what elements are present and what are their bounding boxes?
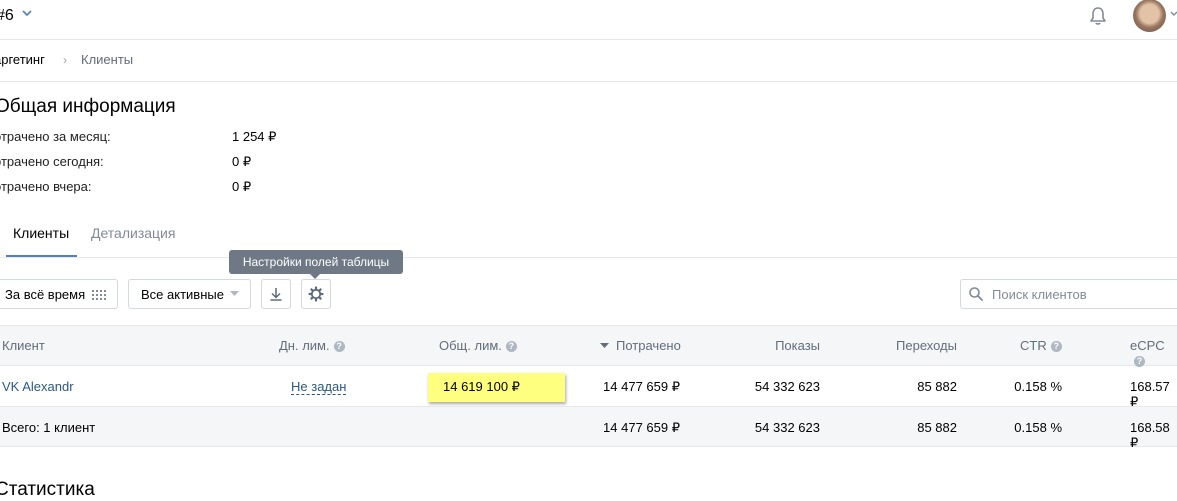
- ctr-value: 0.158 %: [1014, 379, 1062, 394]
- total-clicks: 85 882: [917, 420, 957, 435]
- period-label: За всё время: [5, 287, 86, 302]
- total-ecpc: 168.58 ₽: [1130, 420, 1170, 450]
- calendar-grid-icon: [92, 290, 106, 300]
- total-spent: 14 477 659 ₽: [603, 420, 680, 435]
- col-total-limit[interactable]: Общ. лим.?: [439, 338, 517, 353]
- col-total-limit-label: Общ. лим.: [439, 338, 502, 353]
- total-ctr: 0.158 %: [1014, 420, 1062, 435]
- spent-value: 14 477 659 ₽: [603, 379, 680, 394]
- spent-month-value: 1 254 ₽: [232, 129, 277, 144]
- spent-yesterday-value: 0 ₽: [232, 179, 252, 194]
- general-info-title: Общая информация: [0, 96, 176, 117]
- help-icon[interactable]: ?: [333, 341, 345, 352]
- search-icon: [969, 287, 983, 301]
- spent-today-value: 0 ₽: [232, 154, 252, 169]
- download-icon: [270, 288, 282, 301]
- status-filter-label: Все активные: [141, 287, 224, 302]
- help-icon[interactable]: ?: [505, 341, 517, 352]
- spent-month-label: отрачено за месяц:: [0, 129, 111, 144]
- daily-limit-value[interactable]: Не задан: [291, 379, 347, 395]
- col-spent[interactable]: Потрачено: [616, 338, 681, 353]
- breadcrumb-current: Клиенты: [81, 52, 134, 67]
- search-input[interactable]: [988, 284, 1176, 304]
- tabs-divider: [0, 257, 1177, 258]
- clicks-value: 85 882: [917, 379, 957, 394]
- breadcrumb-root[interactable]: аргетинг: [0, 52, 45, 67]
- breadcrumb-separator: ›: [63, 53, 67, 67]
- chevron-down-icon[interactable]: [22, 8, 32, 18]
- spent-yesterday-label: отрачено вчера:: [0, 179, 92, 194]
- top-bar: [0, 0, 1177, 40]
- tab-clients[interactable]: Клиенты: [13, 225, 69, 241]
- total-label: Всего: 1 клиент: [2, 420, 96, 435]
- tab-details[interactable]: Детализация: [91, 225, 175, 241]
- user-avatar[interactable]: [1133, 0, 1166, 32]
- caret-down-icon: [230, 291, 239, 296]
- tooltip-arrow: [310, 274, 320, 279]
- col-ctr[interactable]: CTR?: [1020, 338, 1062, 353]
- col-daily-limit[interactable]: Дн. лим.?: [279, 338, 345, 353]
- col-ecpc[interactable]: eCPC?: [1130, 338, 1177, 368]
- breadcrumb: [0, 40, 1177, 82]
- help-icon[interactable]: ?: [1134, 356, 1145, 367]
- help-icon[interactable]: ?: [1050, 341, 1062, 352]
- col-daily-limit-label: Дн. лим.: [279, 338, 330, 353]
- col-client[interactable]: Клиент: [2, 338, 45, 353]
- impressions-value: 54 332 623: [754, 379, 820, 394]
- total-limit-value[interactable]: 14 619 100 ₽: [443, 379, 520, 395]
- settings-tooltip: Настройки полей таблицы: [229, 250, 403, 274]
- gear-icon: [308, 286, 324, 302]
- bell-icon[interactable]: [1087, 5, 1109, 27]
- total-impressions: 54 332 623: [754, 420, 820, 435]
- statistics-title: Статистика: [0, 479, 95, 500]
- col-clicks[interactable]: Переходы: [840, 338, 957, 353]
- chevron-down-icon[interactable]: [1170, 10, 1177, 18]
- account-switcher[interactable]: #6: [0, 7, 14, 25]
- col-impressions[interactable]: Показы: [700, 338, 820, 353]
- client-link[interactable]: VK Alexandr: [2, 379, 74, 394]
- sort-desc-icon[interactable]: [600, 343, 609, 349]
- col-ctr-label: CTR: [1020, 338, 1047, 353]
- spent-today-label: отрачено сегодня:: [0, 154, 104, 169]
- col-ecpc-label: eCPC: [1130, 338, 1165, 353]
- table-header: [0, 325, 1177, 366]
